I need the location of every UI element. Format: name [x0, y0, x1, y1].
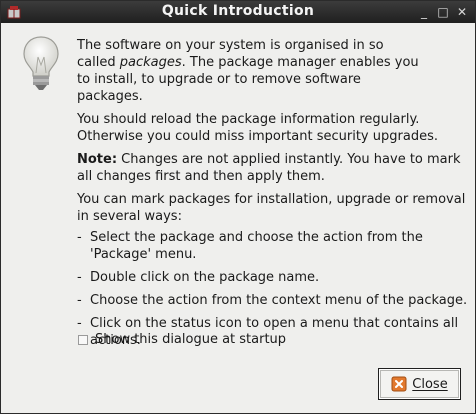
show-at-startup-checkbox[interactable]: Show this dialogue at startup: [78, 332, 286, 347]
close-icon: [391, 376, 407, 392]
note-paragraph: Note: Changes are not applied instantly.…: [77, 151, 469, 185]
list-item-text: Double click on the package name.: [90, 270, 320, 285]
ways-intro-paragraph: You can mark packages for installation, …: [77, 192, 466, 224]
intro-line-1: The software on your system is organised…: [77, 38, 384, 53]
close-label[interactable]: Close: [412, 377, 447, 392]
list-dash: -: [77, 270, 82, 285]
window-title: Quick Introduction: [161, 3, 315, 19]
intro-line-2-end: . The package manager enables you: [181, 55, 419, 70]
list-item: - Select the package and choose the actio…: [77, 229, 469, 263]
list-item-text: Choose the action from the context menu …: [90, 293, 468, 308]
lightbulb-icon: [23, 36, 59, 90]
packages-emphasis: packages: [119, 55, 182, 70]
reload-paragraph: You should reload the package informatio…: [77, 112, 438, 144]
close-button[interactable]: Close: [378, 368, 461, 400]
intro-line-2: called packages. The package manager ena…: [77, 54, 469, 71]
list-item: - Double click on the package name.: [77, 269, 469, 286]
checkbox-box[interactable]: [78, 335, 88, 345]
list-item-text: Select the package and choose the action…: [90, 230, 423, 262]
list-dash: -: [77, 293, 82, 308]
intro-line-4: packages.: [77, 89, 143, 104]
titlebar[interactable]: Quick Introduction _ □ ✕: [1, 1, 475, 23]
ways-list: - Select the package and choose the actio…: [77, 229, 469, 349]
window-close-button[interactable]: ✕: [455, 5, 469, 19]
intro-paragraph: The software on your system is organised…: [77, 37, 469, 105]
intro-line-3: to install, to upgrade or to remove soft…: [77, 72, 361, 87]
list-item: - Choose the action from the context menu…: [77, 292, 469, 309]
intro-line-2-start: called: [77, 55, 120, 70]
quick-introduction-dialog: Quick Introduction _ □ ✕ The software on…: [0, 0, 476, 414]
note-label: Note:: [77, 152, 118, 167]
maximize-button[interactable]: □: [436, 5, 450, 19]
introduction-text: The software on your system is organised…: [77, 37, 469, 355]
minimize-button[interactable]: _: [417, 5, 431, 19]
list-dash: -: [77, 230, 82, 245]
checkbox-label[interactable]: Show this dialogue at startup: [95, 332, 286, 347]
note-text: Changes are not applied instantly. You h…: [77, 152, 461, 184]
